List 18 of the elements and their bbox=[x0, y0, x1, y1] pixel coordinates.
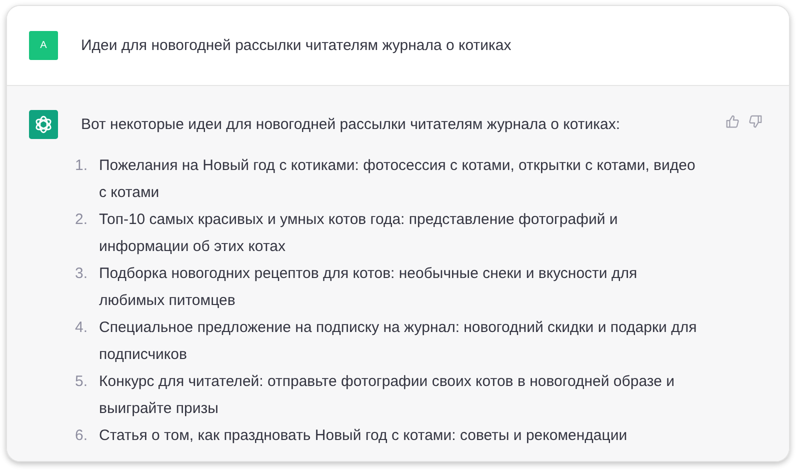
list-number: 2. bbox=[75, 210, 89, 230]
thumbs-down-icon[interactable] bbox=[748, 114, 763, 129]
list-item-text: Подборка новогодних рецептов для котов: необычные снеки и вкусности для любимых питомцев bbox=[99, 264, 638, 311]
list-number: 6. bbox=[75, 426, 89, 446]
list-number: 4. bbox=[75, 318, 89, 338]
thumbs-up-icon[interactable] bbox=[725, 114, 740, 129]
list-item-text: Конкурс для читателей: отправьте фотографии своих котов в новогодней образе и выиграйте призы bbox=[99, 372, 676, 419]
user-avatar: A bbox=[29, 31, 58, 60]
list-item-text: Пожелания на Новый год с котиками: фотосессия с котами, открытки с котами, видео с котами bbox=[99, 156, 696, 203]
list-number: 3. bbox=[75, 264, 89, 284]
assistant-logo-icon bbox=[29, 110, 58, 139]
assistant-intro: Вот некоторые идеи для новогодней рассылки читателям журнала о котиках: bbox=[81, 115, 622, 135]
list-item-text: Топ-10 самых красивых и умных котов года: представление фотографий и информации об этих котах bbox=[99, 210, 619, 257]
list-item-text: Статья о том, как праздновать Новый год с котами: советы и рекомендации bbox=[99, 426, 628, 446]
list-number: 1. bbox=[75, 156, 89, 176]
user-message: Идеи для новогодней рассылки читателям журнала о котиках bbox=[81, 36, 512, 56]
list-item-text: Специальное предложение на подписку на журнал: новогодний скидки и подарки для подписчиков bbox=[99, 318, 698, 365]
list-number: 5. bbox=[75, 372, 89, 392]
